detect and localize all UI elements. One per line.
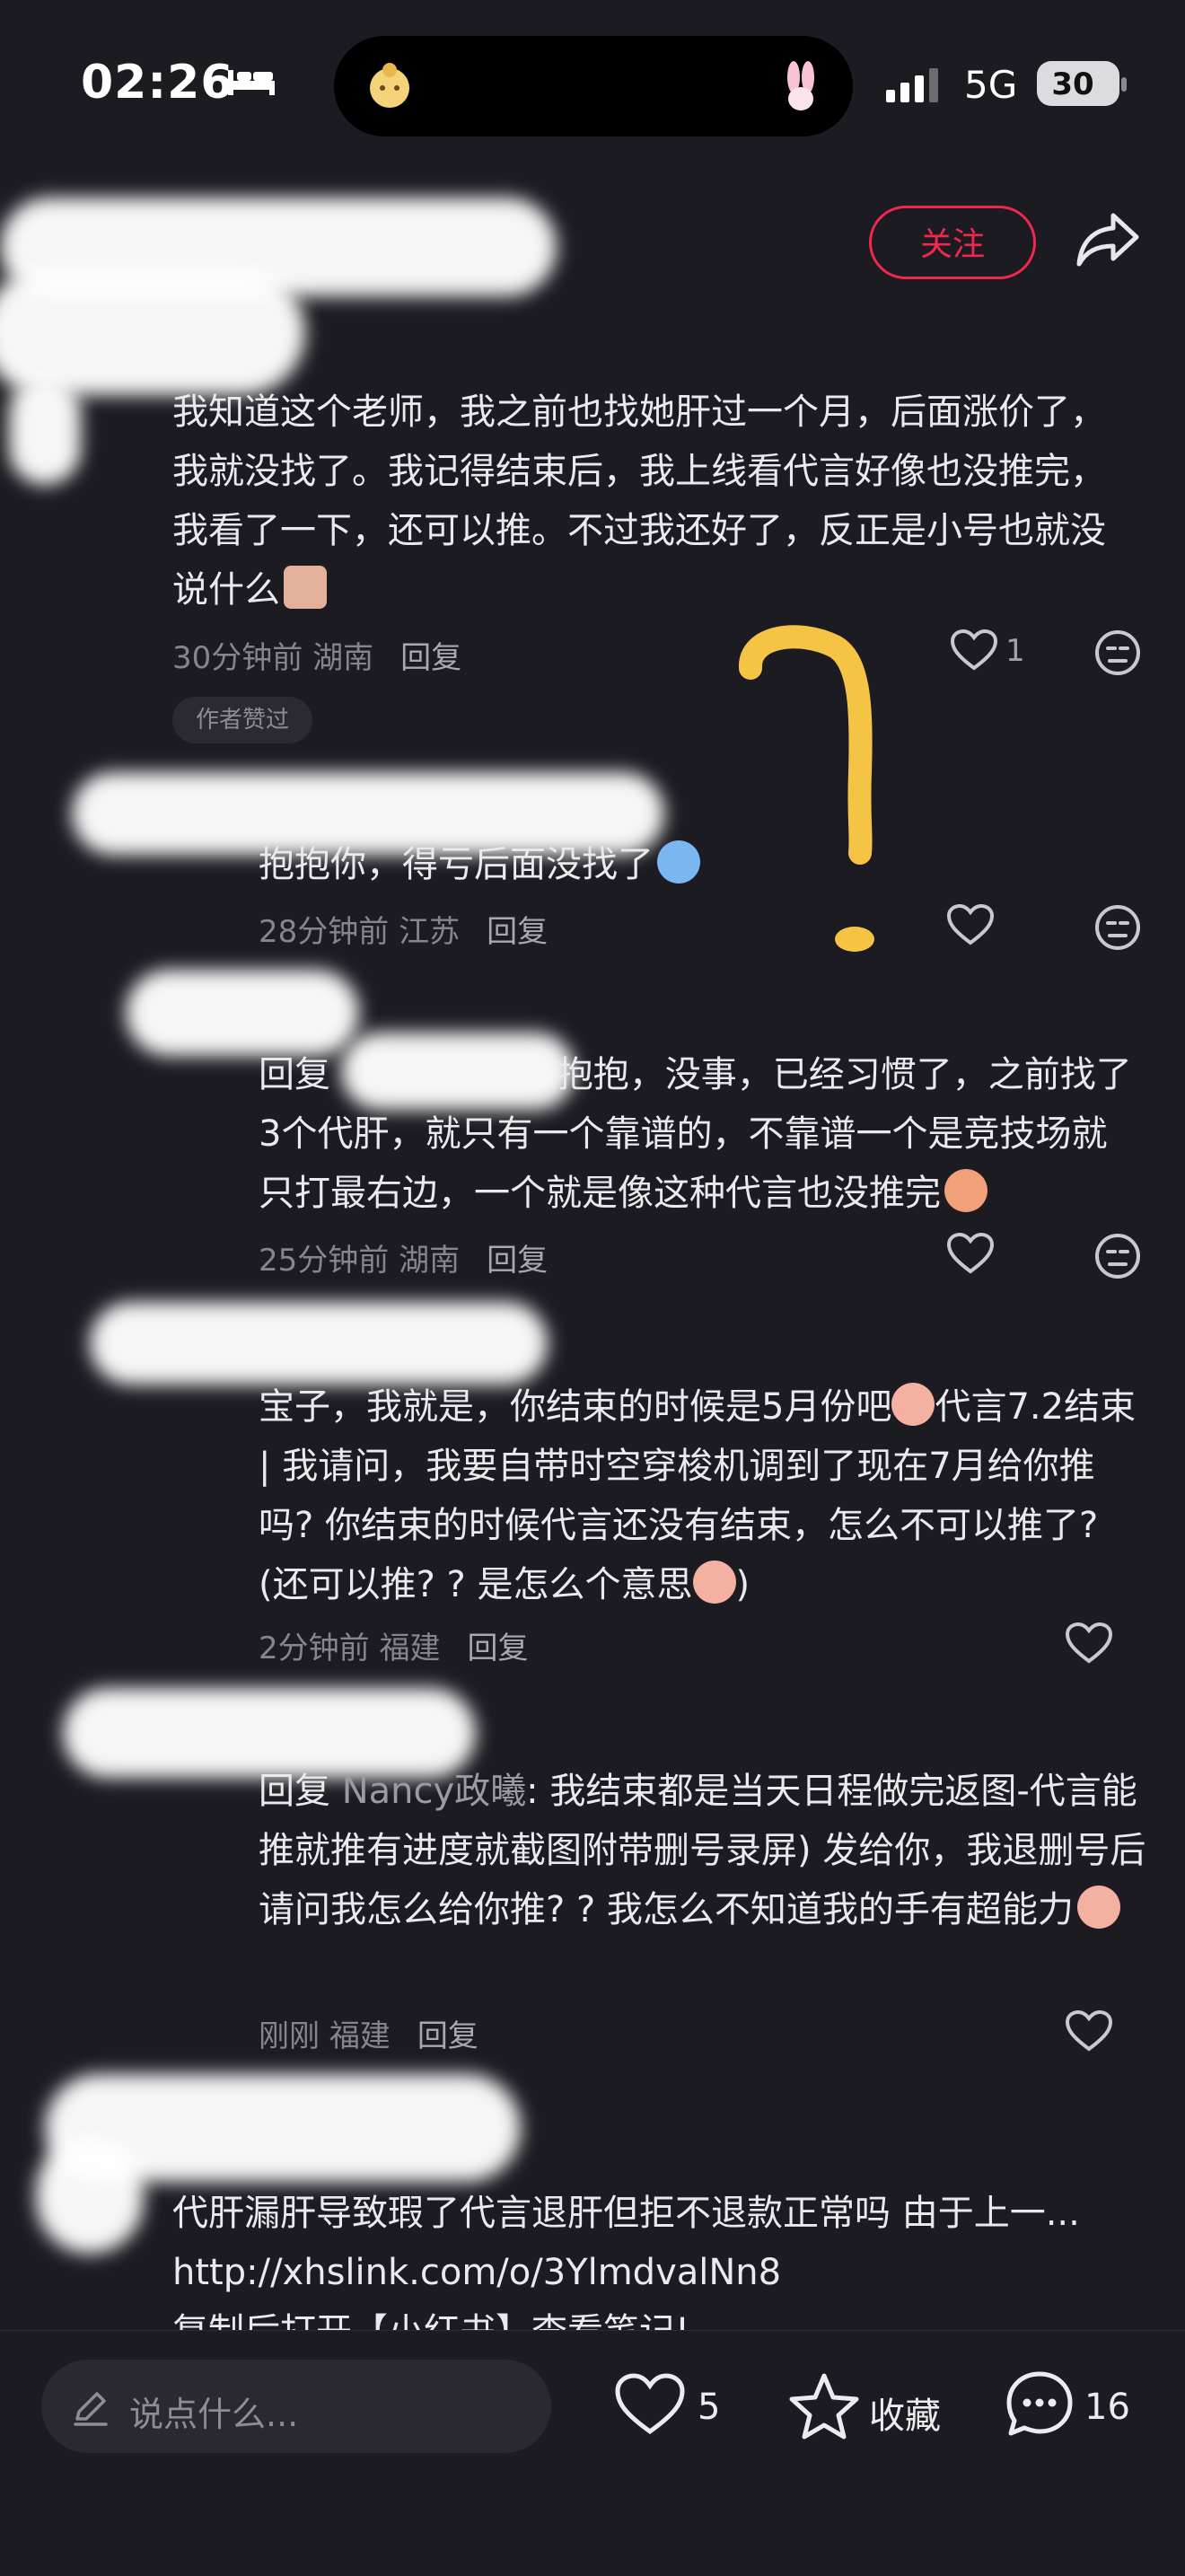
status-time: 02:26 bbox=[81, 56, 234, 110]
reply-target-user[interactable]: Nancy政曦 bbox=[342, 1771, 526, 1812]
reply-meta: 25分钟前 湖南 回复 bbox=[259, 1243, 549, 1279]
crying-emoji-icon bbox=[891, 1383, 935, 1426]
reply-button[interactable]: 回复 bbox=[487, 914, 548, 950]
like-icon[interactable] bbox=[1065, 1622, 1113, 1668]
pencil-icon bbox=[70, 2388, 110, 2431]
redacted-avatar bbox=[9, 377, 81, 485]
question-mark-annotation bbox=[739, 625, 874, 952]
share-link[interactable]: http://xhslink.com/o/3YlmdvalNn8 bbox=[172, 2243, 1142, 2302]
redacted-name bbox=[90, 1302, 548, 1385]
reply-text: 回复 抱抱，没事，已经习惯了，之前找了3个代肝，就只有一个靠谱的，不靠谱一个是竞… bbox=[259, 1054, 1132, 1214]
reply-text: 抱抱你，得亏后面没找了 bbox=[259, 835, 700, 894]
battery-tip bbox=[1121, 77, 1127, 92]
dislike-icon[interactable] bbox=[1093, 629, 1142, 681]
redacted-avatar bbox=[0, 269, 305, 395]
crying-emoji-icon bbox=[692, 1561, 736, 1604]
like-count: 1 bbox=[1005, 633, 1025, 669]
reply-button[interactable]: 回复 bbox=[400, 640, 461, 676]
comments-count: 16 bbox=[1084, 2387, 1130, 2428]
share-icon[interactable] bbox=[1074, 208, 1142, 275]
battery-icon: 30 bbox=[1037, 61, 1119, 106]
redacted-avatar bbox=[36, 2137, 144, 2254]
comment-icon[interactable] bbox=[1004, 2369, 1075, 2444]
reply-meta: 2分钟前 福建 回复 bbox=[259, 1631, 529, 1666]
like-icon[interactable] bbox=[1065, 2009, 1113, 2056]
reply-button[interactable]: 回复 bbox=[417, 2018, 478, 2054]
dynamic-island bbox=[334, 36, 853, 136]
reply-button[interactable]: 回复 bbox=[487, 1243, 548, 1279]
author-liked-badge: 作者赞过 bbox=[172, 697, 312, 743]
follow-button[interactable]: 关注 bbox=[869, 206, 1036, 279]
reply-text: 宝子，我就是，你结束的时候是5月份吧 代言7.2结束 | 我请问，我要自带时空穿梭… bbox=[259, 1377, 1147, 1614]
cellular-signal-icon bbox=[884, 66, 947, 110]
reply-meta: 28分钟前 江苏 回复 bbox=[259, 914, 549, 950]
redacted-name bbox=[126, 970, 359, 1056]
reply-button[interactable]: 回复 bbox=[467, 1631, 528, 1666]
battery-level: 30 bbox=[1051, 66, 1094, 102]
comment-input-placeholder: 说点什么... bbox=[129, 2395, 299, 2434]
bunny-icon bbox=[787, 61, 814, 110]
like-icon[interactable] bbox=[950, 629, 998, 675]
live-activity-icon bbox=[370, 63, 409, 108]
network-type: 5G bbox=[964, 63, 1018, 107]
collect-button[interactable]: 收藏 bbox=[869, 2387, 941, 2439]
star-icon[interactable] bbox=[788, 2370, 860, 2444]
crying-emoji-icon bbox=[1076, 1886, 1120, 1929]
reply-meta: 刚刚 福建 回复 bbox=[259, 2018, 478, 2054]
reply-text: 回复 Nancy政曦: 我结束都是当天日程做完返图-代言能推就推有进度就截图附带… bbox=[259, 1771, 1146, 1930]
like-icon[interactable] bbox=[946, 1232, 995, 1279]
crying-emoji-icon bbox=[944, 1169, 988, 1212]
dislike-icon[interactable] bbox=[1093, 1232, 1142, 1284]
dislike-icon[interactable] bbox=[1093, 903, 1142, 955]
crying-emoji-icon bbox=[657, 840, 700, 884]
emoji-icon bbox=[284, 566, 327, 609]
likes-count: 5 bbox=[698, 2387, 721, 2428]
like-icon[interactable] bbox=[614, 2372, 686, 2440]
comment-text: 我知道这个老师，我之前也找她肝过一个月，后面涨价了，我就没找了。我记得结束后，我… bbox=[172, 391, 1106, 611]
sleep-focus-icon bbox=[226, 65, 276, 101]
like-icon[interactable] bbox=[946, 903, 995, 950]
comment-meta: 30分钟前 湖南 回复 bbox=[172, 640, 462, 676]
